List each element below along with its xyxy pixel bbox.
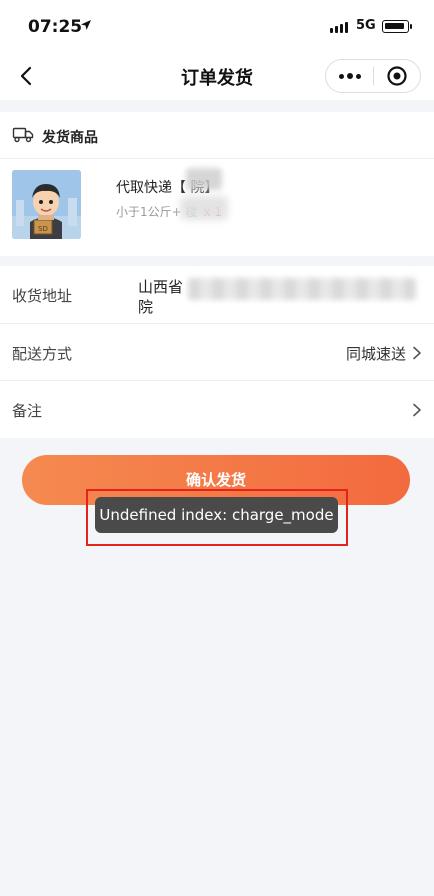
location-arrow-icon (81, 20, 91, 30)
network-type: 5G (356, 18, 376, 33)
screen: 07:25 5G 订单发货 发货商品 SD 代取快递【 院】 小于1公斤+ 楼 … (0, 0, 434, 896)
redacted-blur (186, 168, 222, 190)
remark-label: 备注 (12, 402, 43, 420)
status-time: 07:25 (28, 17, 83, 37)
product-image: SD (12, 170, 81, 239)
redacted-blur (188, 278, 416, 300)
chevron-right-icon (413, 403, 421, 417)
target-close-icon (387, 66, 407, 86)
confirm-ship-label: 确认发货 (185, 471, 246, 489)
delivery-method-value: 同城速送 (345, 345, 406, 363)
signal-icon (330, 22, 348, 33)
annotation-highlight-box (86, 489, 348, 546)
redacted-blur (180, 196, 228, 220)
goods-header: 发货商品 (0, 112, 434, 159)
svg-text:SD: SD (38, 225, 48, 233)
address-line1: 山西省 (138, 278, 184, 296)
remark-row[interactable]: 备注 (0, 381, 434, 438)
more-button[interactable] (326, 60, 373, 92)
nav-bar: 订单发货 (0, 52, 434, 100)
delivery-method-label: 配送方式 (12, 345, 73, 363)
courier-cartoon-image: SD (12, 170, 81, 239)
delivery-method-row[interactable]: 配送方式 同城速送 (0, 324, 434, 381)
chevron-right-icon (413, 346, 421, 360)
address-line2: 院 (138, 298, 154, 316)
truck-icon (12, 127, 34, 143)
close-button[interactable] (374, 60, 420, 92)
address-label: 收货地址 (12, 287, 73, 305)
battery-icon (382, 20, 412, 33)
miniprogram-capsule (325, 59, 421, 93)
goods-header-label: 发货商品 (42, 130, 98, 146)
status-bar: 07:25 5G (0, 0, 434, 52)
